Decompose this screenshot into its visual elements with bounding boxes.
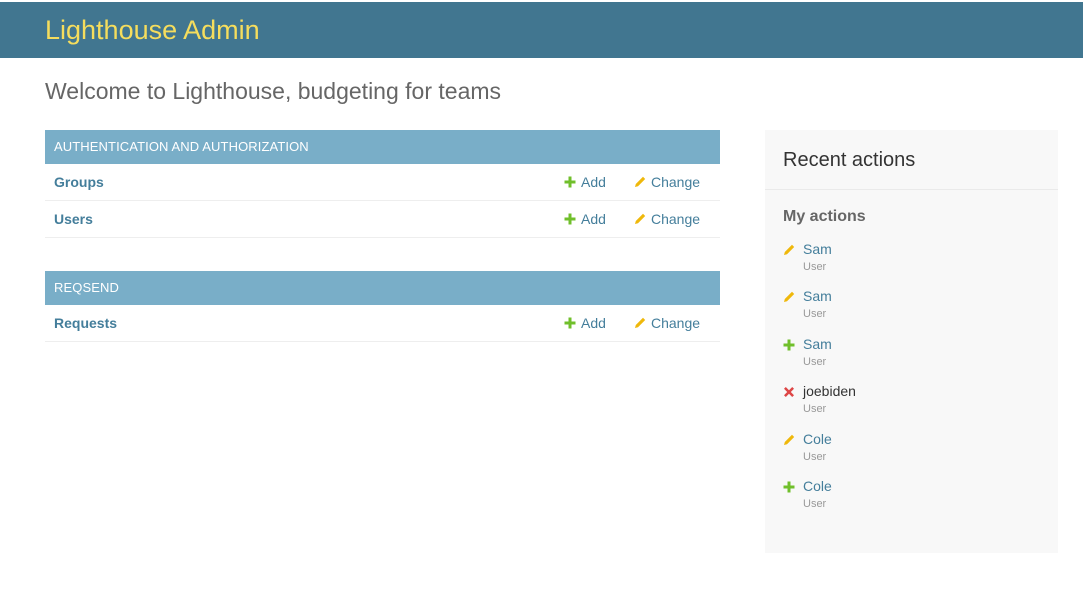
plus-icon <box>783 339 795 351</box>
add-label: Add <box>581 315 606 331</box>
delete-icon <box>784 387 794 398</box>
action-object-link[interactable]: Sam <box>803 336 832 352</box>
add-button[interactable]: Add <box>564 174 634 190</box>
change-button[interactable]: Change <box>634 174 720 190</box>
header-bar: Lighthouse Admin <box>0 2 1083 58</box>
recent-actions-title: Recent actions <box>765 130 1058 190</box>
action-object-type: User <box>803 403 827 416</box>
action-object-type: User <box>803 355 827 368</box>
pencil-icon <box>784 434 795 445</box>
recent-actions-panel: Recent actions My actions Sam User Sam U… <box>765 130 1058 553</box>
model-link-requests[interactable]: Requests <box>45 315 564 331</box>
pencil-icon <box>784 244 795 255</box>
action-item: Sam User <box>783 241 1040 288</box>
app-caption[interactable]: REQSEND <box>45 271 720 305</box>
add-button[interactable]: Add <box>564 211 634 227</box>
app-caption[interactable]: AUTHENTICATION AND AUTHORIZATION <box>45 130 720 164</box>
pencil-icon <box>784 292 795 303</box>
change-label: Change <box>651 315 701 331</box>
action-object-link[interactable]: Cole <box>803 478 832 494</box>
add-button[interactable]: Add <box>564 315 634 331</box>
change-button[interactable]: Change <box>634 211 720 227</box>
pencil-icon <box>635 213 646 224</box>
action-list: Sam User Sam User Sam User joebiden User… <box>765 241 1058 525</box>
action-object-link[interactable]: Sam <box>803 288 832 304</box>
change-label: Change <box>651 211 701 227</box>
page-title: Welcome to Lighthouse, budgeting for tea… <box>45 78 502 104</box>
add-label: Add <box>581 174 606 190</box>
plus-icon <box>564 317 576 329</box>
model-row-groups: Groups Add Change <box>45 164 720 201</box>
action-item: Sam User <box>783 288 1040 335</box>
action-object-type: User <box>803 450 827 463</box>
action-object-link[interactable]: Sam <box>803 241 832 257</box>
site-name-link[interactable]: Lighthouse Admin <box>45 15 260 46</box>
action-object-link[interactable]: Cole <box>803 431 832 447</box>
change-label: Change <box>651 174 701 190</box>
model-link-users[interactable]: Users <box>45 211 564 227</box>
pencil-icon <box>635 176 646 187</box>
model-row-requests: Requests Add Change <box>45 305 720 342</box>
action-item: joebiden User <box>783 383 1040 430</box>
plus-icon <box>783 481 795 493</box>
change-button[interactable]: Change <box>634 315 720 331</box>
model-row-users: Users Add Change <box>45 201 720 238</box>
action-object-type: User <box>803 497 827 510</box>
action-object-type: User <box>803 308 827 321</box>
add-label: Add <box>581 211 606 227</box>
my-actions-title: My actions <box>783 208 866 225</box>
model-link-groups[interactable]: Groups <box>45 174 564 190</box>
pencil-icon <box>635 317 646 328</box>
action-item: Cole User <box>783 478 1040 525</box>
action-item: Sam User <box>783 336 1040 383</box>
action-object-type: User <box>803 261 827 273</box>
plus-icon <box>564 213 576 225</box>
action-item: Cole User <box>783 431 1040 478</box>
action-object-name: joebiden <box>803 383 856 400</box>
app-list: AUTHENTICATION AND AUTHORIZATION Groups … <box>45 130 720 375</box>
app-module-reqsend: REQSEND Requests Add Change <box>45 271 720 342</box>
plus-icon <box>564 176 576 188</box>
app-module-auth: AUTHENTICATION AND AUTHORIZATION Groups … <box>45 130 720 238</box>
